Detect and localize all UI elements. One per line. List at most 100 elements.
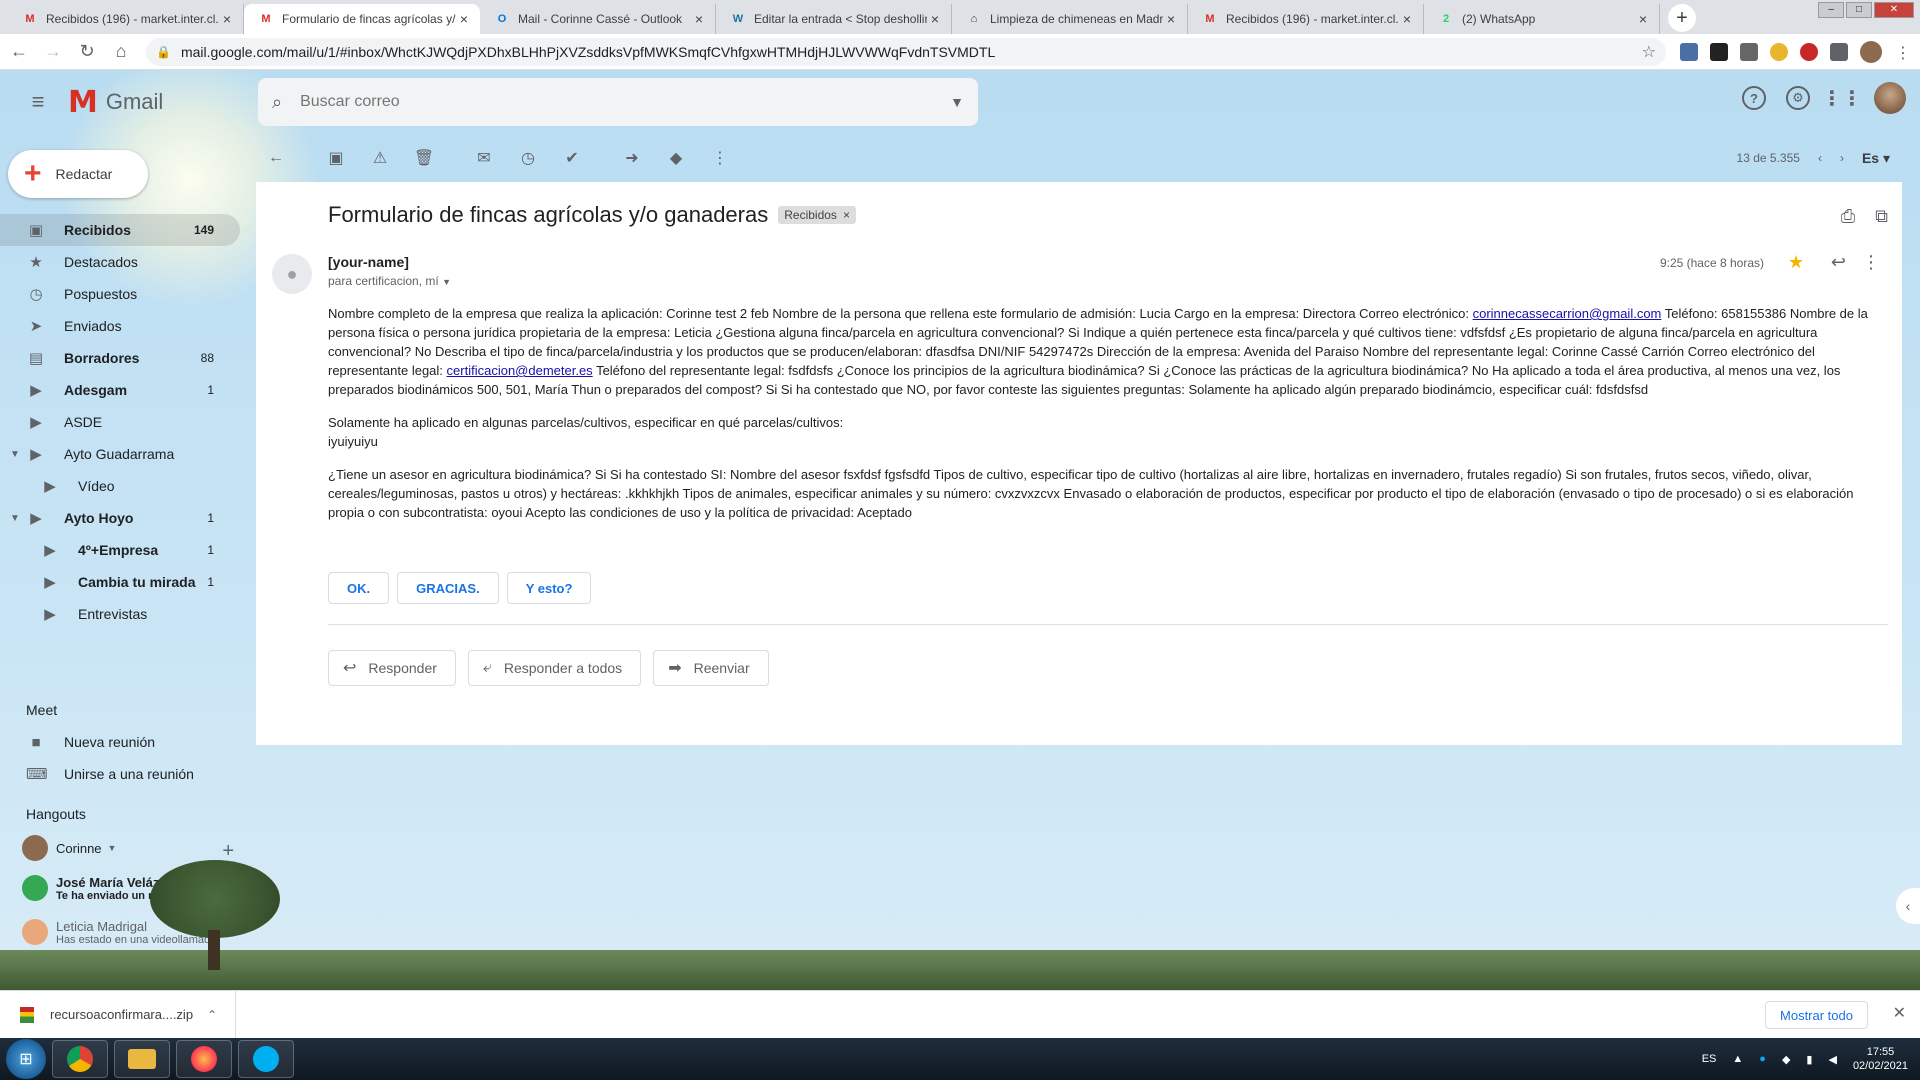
sidebar-item[interactable]: ➤ Enviados <box>0 310 240 342</box>
label-icon[interactable]: ◆ <box>656 138 696 178</box>
reply-icon[interactable]: ↩ <box>1831 252 1846 273</box>
close-icon[interactable]: × <box>691 11 707 27</box>
sidebar-item[interactable]: ★ Destacados <box>0 246 240 278</box>
compose-button[interactable]: + Redactar <box>8 150 148 198</box>
chevron-down-icon[interactable]: ▼ <box>442 277 451 287</box>
input-language[interactable]: ES <box>1702 1053 1717 1065</box>
more-icon[interactable]: ⋮ <box>700 138 740 178</box>
side-panel-toggle-icon[interactable]: ‹ <box>1896 888 1920 924</box>
reply-all-button[interactable]: ⤶ Responder a todos <box>467 650 642 686</box>
report-spam-icon[interactable]: ⚠ <box>360 138 400 178</box>
new-meeting-button[interactable]: ■ Nueva reunión <box>0 726 240 758</box>
extension-icon[interactable] <box>1710 42 1728 61</box>
star-icon[interactable]: ★ <box>1788 252 1804 273</box>
extension-icon[interactable] <box>1770 42 1788 61</box>
sidebar-item[interactable]: ▣ Recibidos 149 <box>0 214 240 246</box>
smart-reply-chip[interactable]: OK. <box>328 572 390 604</box>
join-meeting-button[interactable]: ⌨ Unirse a una reunión <box>0 758 240 790</box>
download-item[interactable]: recursoaconfirmara....zip ⌃ <box>0 991 236 1038</box>
sidebar-item[interactable]: ▶ Vídeo <box>0 470 240 502</box>
open-new-window-icon[interactable]: ⧉ <box>1875 206 1888 227</box>
smart-reply-chip[interactable]: GRACIAS. <box>397 572 499 604</box>
sidebar-item[interactable]: ▼ ▶ Ayto Guadarrama <box>0 438 240 470</box>
browser-tab[interactable]: M Formulario de fincas agrícolas y/... × <box>244 4 480 34</box>
recipients[interactable]: para certificacion, mí ▼ <box>328 274 451 288</box>
forward-icon[interactable]: → <box>38 37 68 67</box>
volume-icon[interactable]: ◀ <box>1828 1053 1836 1066</box>
chevron-down-icon[interactable]: ▼ <box>10 449 20 460</box>
search-options-icon[interactable]: ▼ <box>950 94 964 110</box>
sidebar-item[interactable]: ▼ ▶ Ayto Hoyo 1 <box>0 502 240 534</box>
reload-icon[interactable]: ↻ <box>72 37 102 67</box>
close-icon[interactable]: × <box>219 11 235 27</box>
search-icon[interactable]: ⌕ <box>272 92 282 113</box>
show-all-button[interactable]: Mostrar todo <box>1765 1001 1868 1029</box>
skype-taskbar-icon[interactable] <box>238 1040 294 1078</box>
forward-button[interactable]: ➡ Reenviar <box>653 650 769 686</box>
gmail-logo[interactable]: M Gmail <box>68 85 163 120</box>
sidebar-item[interactable]: ▶ 4º+Empresa 1 <box>0 534 240 566</box>
sidebar-item[interactable]: ▤ Borradores 88 <box>0 342 240 374</box>
browser-tab[interactable]: 2 (2) WhatsApp × <box>1424 4 1660 34</box>
close-icon[interactable]: × <box>1163 11 1179 27</box>
tray-expand-icon[interactable]: ▲ <box>1732 1053 1743 1065</box>
url-field[interactable]: 🔒 mail.google.com/mail/u/1/#inbox/WhctKJ… <box>146 37 1666 66</box>
dropbox-tray-icon[interactable]: ◆ <box>1782 1053 1790 1066</box>
new-tab-button[interactable]: + <box>1668 4 1696 32</box>
back-to-inbox-icon[interactable]: ← <box>256 138 296 178</box>
browser-tab[interactable]: ⌂ Limpieza de chimeneas en Madri... × <box>952 4 1188 34</box>
puzzle-icon[interactable] <box>1830 42 1848 61</box>
sidebar-item[interactable]: ▶ Adesgam 1 <box>0 374 240 406</box>
email-link[interactable]: corinnecassecarrion@gmail.com <box>1473 306 1662 321</box>
sidebar-item[interactable]: ▶ Entrevistas <box>0 598 240 630</box>
smart-reply-chip[interactable]: Y esto? <box>506 572 592 604</box>
chevron-down-icon[interactable]: ▼ <box>10 513 20 524</box>
browser-tab[interactable]: M Recibidos (196) - market.inter.cl... × <box>1188 4 1424 34</box>
network-icon[interactable]: ▮ <box>1806 1053 1812 1066</box>
close-icon[interactable]: × <box>1399 11 1415 27</box>
help-icon[interactable]: ? <box>1742 86 1766 110</box>
mark-unread-icon[interactable]: ✉ <box>464 138 504 178</box>
bookmark-star-icon[interactable]: ☆ <box>1642 42 1656 62</box>
extension-icon[interactable] <box>1680 42 1698 61</box>
close-icon[interactable]: ✕ <box>1893 1003 1906 1023</box>
close-icon[interactable]: × <box>1635 11 1651 27</box>
reply-button[interactable]: ↩ Responder <box>328 650 456 686</box>
browser-tab[interactable]: O Mail - Corinne Cassé - Outlook × <box>480 4 716 34</box>
sidebar-item[interactable]: ▶ ASDE <box>0 406 240 438</box>
remove-label-icon[interactable]: × <box>843 208 850 222</box>
clock[interactable]: 17:55 02/02/2021 <box>1853 1045 1908 1073</box>
extension-icon[interactable] <box>1740 42 1758 61</box>
close-icon[interactable]: × <box>456 11 472 27</box>
add-task-icon[interactable]: ✔ <box>552 138 592 178</box>
more-icon[interactable]: ⋮ <box>1862 252 1880 273</box>
browser-tab[interactable]: W Editar la entrada < Stop deshollin... × <box>716 4 952 34</box>
gear-icon[interactable]: ⚙ <box>1786 86 1810 110</box>
avatar[interactable] <box>1860 40 1882 63</box>
chevron-up-icon[interactable]: ⌃ <box>207 1008 217 1022</box>
home-icon[interactable]: ⌂ <box>106 37 136 67</box>
chrome-taskbar-icon[interactable] <box>52 1040 108 1078</box>
email-link[interactable]: certificacion@demeter.es <box>447 363 593 378</box>
snooze-icon[interactable]: ◷ <box>508 138 548 178</box>
minimize-icon[interactable]: – <box>1818 2 1844 18</box>
close-icon[interactable]: × <box>927 11 943 27</box>
maximize-icon[interactable]: □ <box>1846 2 1872 18</box>
browser-tab[interactable]: M Recibidos (196) - market.inter.cl... × <box>8 4 244 34</box>
explorer-taskbar-icon[interactable] <box>114 1040 170 1078</box>
input-language-button[interactable]: Es ▾ <box>1862 150 1890 167</box>
delete-icon[interactable]: 🗑 <box>404 138 444 178</box>
menu-dots-icon[interactable]: ⋮ <box>1894 43 1912 62</box>
sidebar-item[interactable]: ◷ Pospuestos <box>0 278 240 310</box>
apps-grid-icon[interactable]: ⋮⋮ <box>1822 86 1862 110</box>
chevron-right-icon[interactable]: › <box>1840 151 1844 165</box>
back-icon[interactable]: ← <box>4 37 34 67</box>
menu-icon[interactable]: ≡ <box>14 78 62 126</box>
close-window-icon[interactable]: ✕ <box>1874 2 1914 18</box>
avatar[interactable] <box>1874 82 1906 114</box>
archive-icon[interactable]: ▣ <box>316 138 356 178</box>
chevron-left-icon[interactable]: ‹ <box>1818 151 1822 165</box>
extension-icon[interactable] <box>1800 42 1818 61</box>
firefox-taskbar-icon[interactable] <box>176 1040 232 1078</box>
skype-tray-icon[interactable]: ● <box>1759 1053 1766 1065</box>
